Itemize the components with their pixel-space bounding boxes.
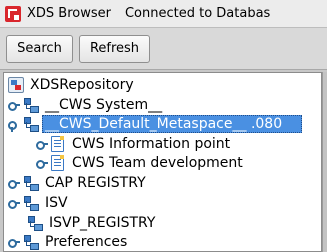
node-icon bbox=[23, 234, 39, 250]
tree-item-label: CWS Information point bbox=[72, 136, 231, 152]
tree-item-label: ISVP_REGISTRY bbox=[49, 215, 156, 231]
tree-item-preferences[interactable]: Preferences bbox=[8, 232, 130, 251]
expand-handle-icon[interactable] bbox=[8, 99, 20, 111]
tree-root[interactable]: XDSRepository bbox=[8, 75, 137, 95]
tree-item-team-development[interactable]: CWS Team development bbox=[36, 153, 246, 173]
repository-icon bbox=[8, 77, 24, 93]
node-icon bbox=[23, 195, 39, 211]
tree-item-label: ISV bbox=[45, 195, 68, 211]
expand-handle-icon[interactable] bbox=[8, 236, 20, 248]
node-icon bbox=[23, 97, 39, 113]
tree-item-default-metaspace[interactable]: __CWS_Default_Metaspace__ .080 bbox=[8, 114, 302, 134]
search-button[interactable]: Search bbox=[6, 35, 73, 63]
tree-item-label: __CWS_Default_Metaspace__ .080 bbox=[42, 115, 302, 133]
expand-handle-icon[interactable] bbox=[8, 177, 20, 189]
tree-item-isv[interactable]: ISV bbox=[8, 193, 71, 213]
expand-handle-icon[interactable] bbox=[36, 138, 48, 150]
tree-item-label: __CWS System__ bbox=[45, 97, 163, 113]
node-icon bbox=[27, 215, 43, 231]
split-pane-divider[interactable] bbox=[322, 72, 327, 252]
tree-item-label: CWS Team development bbox=[72, 155, 243, 171]
tree-item-label: CAP REGISTRY bbox=[45, 175, 146, 191]
refresh-button[interactable]: Refresh bbox=[79, 35, 150, 63]
expand-handle-icon[interactable] bbox=[36, 157, 48, 169]
document-icon bbox=[51, 136, 64, 152]
document-icon bbox=[51, 155, 64, 171]
tree-root-label: XDSRepository bbox=[30, 77, 134, 93]
toolbar: Search Refresh bbox=[0, 28, 327, 70]
collapse-handle-icon[interactable] bbox=[8, 118, 20, 132]
expand-handle-icon[interactable] bbox=[8, 197, 20, 209]
node-icon bbox=[23, 116, 39, 132]
tree-item-isvp-registry[interactable]: ISVP_REGISTRY bbox=[27, 213, 158, 233]
window-title: XDS Browser bbox=[27, 6, 111, 21]
app-icon bbox=[5, 5, 21, 22]
tree-item-label: Preferences bbox=[45, 234, 128, 250]
tree-item-information-point[interactable]: CWS Information point bbox=[36, 134, 233, 154]
connection-status: Connected to Databas bbox=[124, 6, 271, 21]
tree-item-cws-system[interactable]: __CWS System__ bbox=[8, 95, 165, 115]
repository-tree[interactable]: XDSRepository __CWS System__ __CWS_Defau… bbox=[3, 72, 322, 252]
title-bar: XDS Browser Connected to Databas bbox=[0, 0, 327, 28]
node-icon bbox=[23, 175, 39, 191]
tree-item-cap-registry[interactable]: CAP REGISTRY bbox=[8, 173, 149, 193]
